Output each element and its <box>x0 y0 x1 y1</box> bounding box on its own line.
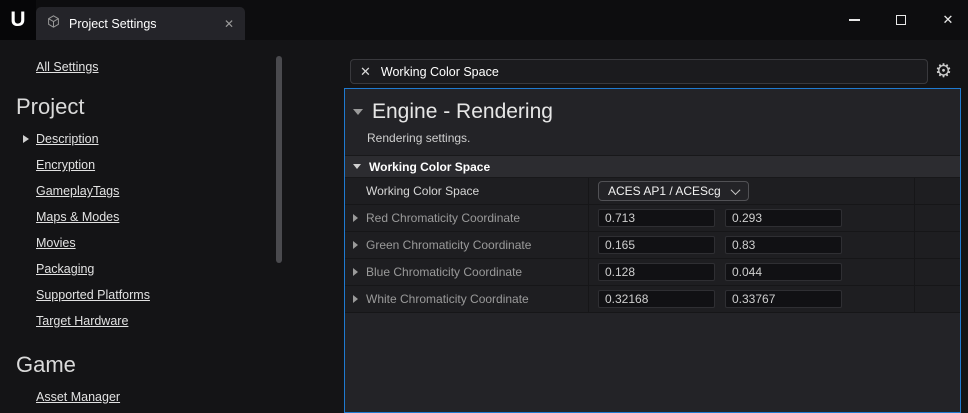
row-value-cell <box>589 286 915 312</box>
sidebar-item-gameplaytags[interactable]: GameplayTags <box>0 178 300 204</box>
row-green-chromaticity: Green Chromaticity Coordinate <box>345 232 960 259</box>
sidebar-item-encryption[interactable]: Encryption <box>0 152 300 178</box>
titlebar: U Project Settings ✕ ✕ <box>0 0 968 40</box>
sidebar-section-project: Project <box>16 94 300 120</box>
tab-project-settings[interactable]: Project Settings ✕ <box>36 7 245 40</box>
collapse-section-icon[interactable] <box>353 109 363 115</box>
sidebar-item-movies[interactable]: Movies <box>0 230 300 256</box>
logo-glyph: U <box>10 8 25 32</box>
settings-sidebar: All Settings Project Description Encrypt… <box>0 40 300 413</box>
row-label-cell: Red Chromaticity Coordinate <box>345 205 589 231</box>
expand-arrow-icon[interactable] <box>353 268 358 276</box>
category-working-color-space[interactable]: Working Color Space <box>345 155 960 178</box>
row-value-cell <box>589 205 915 231</box>
blue-x-input[interactable] <box>598 263 715 281</box>
category-label: Working Color Space <box>369 160 490 174</box>
chevron-down-icon <box>730 185 740 195</box>
row-value-cell <box>589 232 915 258</box>
window-controls: ✕ <box>846 0 956 40</box>
reset-cell <box>915 286 960 312</box>
sidebar-item-target-hardware[interactable]: Target Hardware <box>0 308 300 334</box>
sidebar-item-all-settings[interactable]: All Settings <box>36 60 99 74</box>
sidebar-item-supported-platforms[interactable]: Supported Platforms <box>0 282 300 308</box>
maximize-icon <box>896 15 906 25</box>
tab-close-icon[interactable]: ✕ <box>224 17 234 31</box>
row-white-chromaticity: White Chromaticity Coordinate <box>345 286 960 313</box>
reset-cell <box>915 259 960 285</box>
reset-cell <box>915 205 960 231</box>
red-x-input[interactable] <box>598 209 715 227</box>
sidebar-scrollbar[interactable] <box>276 56 282 263</box>
sidebar-item-maps-modes[interactable]: Maps & Modes <box>0 204 300 230</box>
close-icon: ✕ <box>943 12 954 28</box>
row-value-cell <box>589 259 915 285</box>
dropdown-selected-value: ACES AP1 / ACEScg <box>608 184 721 198</box>
red-y-input[interactable] <box>725 209 842 227</box>
setting-label: White Chromaticity Coordinate <box>366 292 529 306</box>
white-y-input[interactable] <box>725 290 842 308</box>
project-settings-window: U Project Settings ✕ ✕ All Settings Proj… <box>0 0 968 413</box>
tab-title: Project Settings <box>69 17 157 31</box>
row-label-cell: Working Color Space <box>345 178 589 204</box>
sidebar-item-asset-manager[interactable]: Asset Manager <box>0 384 300 410</box>
minimize-icon <box>849 19 860 21</box>
sidebar-section-game: Game <box>16 352 300 378</box>
setting-label: Working Color Space <box>366 184 479 198</box>
engine-rendering-panel: Engine - Rendering Rendering settings. W… <box>344 88 961 413</box>
row-blue-chromaticity: Blue Chromaticity Coordinate <box>345 259 960 286</box>
section-title: Engine - Rendering <box>372 100 553 124</box>
close-button[interactable]: ✕ <box>940 12 956 28</box>
expand-arrow-icon[interactable] <box>23 135 29 143</box>
expand-arrow-icon[interactable] <box>353 241 358 249</box>
unreal-engine-logo-icon[interactable]: U <box>0 0 36 40</box>
color-space-dropdown[interactable]: ACES AP1 / ACEScg <box>598 181 749 201</box>
maximize-button[interactable] <box>893 12 909 28</box>
green-y-input[interactable] <box>725 236 842 254</box>
expand-arrow-icon[interactable] <box>353 214 358 222</box>
setting-label: Blue Chromaticity Coordinate <box>366 265 522 279</box>
section-subtitle: Rendering settings. <box>367 131 960 145</box>
sidebar-item-packaging[interactable]: Packaging <box>0 256 300 282</box>
row-red-chromaticity: Red Chromaticity Coordinate <box>345 205 960 232</box>
row-label-cell: Blue Chromaticity Coordinate <box>345 259 589 285</box>
cube-icon <box>47 15 60 33</box>
row-value-cell: ACES AP1 / ACEScg <box>589 178 915 204</box>
reset-cell <box>915 232 960 258</box>
row-label-cell: Green Chromaticity Coordinate <box>345 232 589 258</box>
white-x-input[interactable] <box>598 290 715 308</box>
settings-gear-icon[interactable]: ⚙ <box>935 60 952 83</box>
minimize-button[interactable] <box>846 12 862 28</box>
settings-search-bar[interactable]: ✕ <box>350 59 928 84</box>
reset-cell <box>915 178 960 204</box>
blue-y-input[interactable] <box>725 263 842 281</box>
setting-label: Red Chromaticity Coordinate <box>366 211 520 225</box>
search-input[interactable] <box>381 65 918 79</box>
clear-search-icon[interactable]: ✕ <box>360 65 371 78</box>
sidebar-item-description[interactable]: Description <box>0 126 300 152</box>
collapse-category-icon[interactable] <box>353 164 361 169</box>
row-label-cell: White Chromaticity Coordinate <box>345 286 589 312</box>
row-working-color-space: Working Color Space ACES AP1 / ACEScg <box>345 178 960 205</box>
expand-arrow-icon[interactable] <box>353 295 358 303</box>
green-x-input[interactable] <box>598 236 715 254</box>
setting-label: Green Chromaticity Coordinate <box>366 238 531 252</box>
